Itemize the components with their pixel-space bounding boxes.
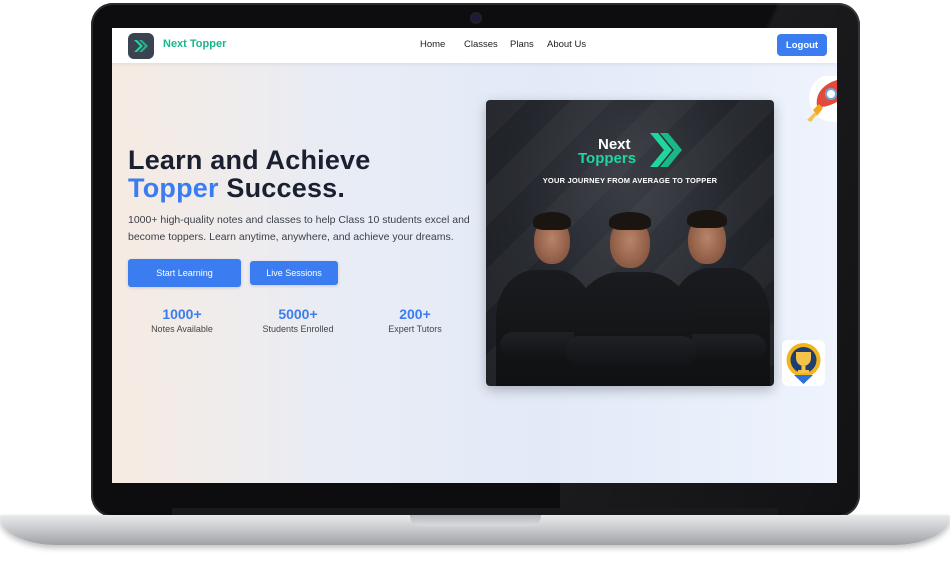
logout-button[interactable]: Logout — [777, 34, 827, 56]
laptop-notch — [410, 515, 541, 526]
stat-value: 200+ — [399, 306, 431, 322]
logo-icon[interactable] — [128, 33, 154, 59]
hero-title-accent: Topper — [128, 173, 219, 203]
stat-label: Expert Tutors — [388, 324, 442, 334]
nav-about-us[interactable]: About Us — [547, 39, 586, 50]
rocket-icon — [807, 76, 837, 122]
stat-notes: 1000+ Notes Available — [127, 306, 237, 334]
navbar: Next Topper Home Classes Plans About Us … — [112, 28, 837, 63]
nav-plans[interactable]: Plans — [510, 39, 534, 50]
chevron-arrow-icon — [134, 40, 148, 52]
screen: Next Topper Home Classes Plans About Us … — [112, 28, 837, 483]
hero-title-rest: Success. — [218, 173, 346, 203]
hero-title-line1: Learn and Achieve — [128, 145, 371, 175]
nav-classes[interactable]: Classes — [464, 39, 498, 50]
brand-name[interactable]: Next Topper — [163, 38, 226, 50]
trophy-icon — [782, 340, 825, 386]
nav-home[interactable]: Home — [420, 39, 445, 50]
poster-logo-toppers: Toppers — [578, 150, 637, 167]
stat-value: 1000+ — [162, 306, 202, 322]
start-learning-button[interactable]: Start Learning — [128, 259, 241, 287]
stat-label: Notes Available — [151, 324, 213, 334]
hero-title-line2: Topper Success. — [128, 174, 345, 202]
stat-tutors: 200+ Expert Tutors — [360, 306, 470, 334]
hero-poster-image: Next Toppers YOUR JOURNEY FROM AVERAGE T… — [486, 100, 774, 386]
live-sessions-button[interactable]: Live Sessions — [250, 261, 338, 285]
webcam-icon — [472, 14, 480, 22]
poster-chevron-icon — [650, 133, 682, 167]
poster-tagline: YOUR JOURNEY FROM AVERAGE TO TOPPER — [542, 176, 718, 185]
stat-label: Students Enrolled — [262, 324, 334, 334]
hero-subtitle: 1000+ high-quality notes and classes to … — [128, 214, 470, 243]
stat-students: 5000+ Students Enrolled — [243, 306, 353, 334]
stat-value: 5000+ — [278, 306, 318, 322]
